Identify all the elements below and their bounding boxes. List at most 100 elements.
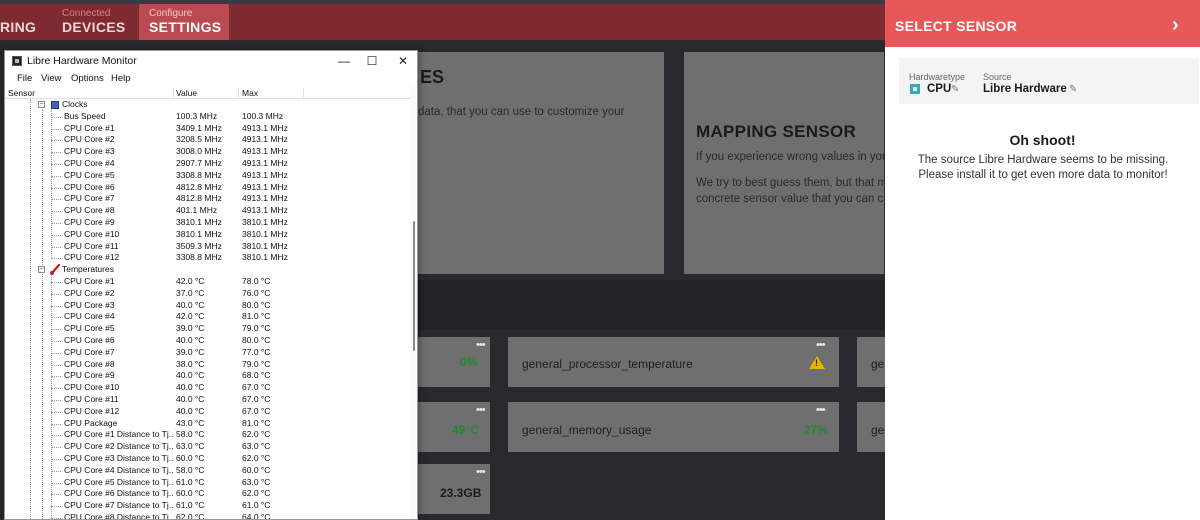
sensor-tile[interactable]: ger <box>857 337 885 387</box>
sensor-max: 79.0 °C <box>242 358 271 369</box>
sensor-row[interactable]: CPU Core #6 Distance to Tj... 60.0 °C 62.0… <box>5 488 410 500</box>
sensor-row[interactable]: CPU Core #5 Distance to Tj... 61.0 °C 63.0… <box>5 477 410 489</box>
sensor-row[interactable]: CPU Core #3 40.0 °C 80.0 °C <box>5 300 410 312</box>
temperatures-expander[interactable]: − <box>38 266 45 274</box>
sensor-max: 4913.1 MHz <box>242 134 288 145</box>
select-sensor-panel: SELECT SENSOR › Hardwaretype CPU ✎ Sourc… <box>885 0 1200 520</box>
sensor-value: 40.0 °C <box>176 382 205 393</box>
nav-tab-monitoring[interactable]: RING <box>0 4 46 40</box>
sensor-row[interactable]: CPU Core #1 42.0 °C 78.0 °C <box>5 276 410 288</box>
sensor-row[interactable]: CPU Core #5 3308.8 MHz 4913.1 MHz <box>5 170 410 182</box>
sensor-row[interactable]: CPU Core #4 2907.7 MHz 4913.1 MHz <box>5 158 410 170</box>
clocks-expander[interactable]: − <box>38 101 45 108</box>
panel-title: SELECT SENSOR <box>895 18 1018 34</box>
window-titlebar[interactable]: Libre Hardware Monitor — ☐ ✕ <box>5 51 417 71</box>
sensor-max: 61.0 °C <box>242 500 271 511</box>
sensor-name: CPU Core #2 Distance to Tj... <box>64 441 174 452</box>
minimize-button[interactable]: — <box>329 53 359 69</box>
sensor-value: 2907.7 MHz <box>176 158 222 168</box>
nav-tab-settings[interactable]: Configure SETTINGS <box>139 4 229 40</box>
sensor-row[interactable]: CPU Core #2 Distance to Tj... 63.0 °C 63.0… <box>5 441 410 453</box>
vertical-scrollbar[interactable] <box>410 87 417 519</box>
tile-menu-icon[interactable]: ••• <box>476 404 486 416</box>
maximize-button[interactable]: ☐ <box>357 53 387 69</box>
sensor-source-card: Hardwaretype CPU ✎ Source Libre Hardware… <box>899 58 1199 104</box>
tile-menu-icon[interactable]: ••• <box>476 339 486 351</box>
sensor-row[interactable]: CPU Core #9 40.0 °C 68.0 °C <box>5 370 410 382</box>
tile-menu-icon[interactable]: ••• <box>476 466 486 478</box>
sensor-tile[interactable]: ••• general_processor_temperature <box>508 337 839 387</box>
sensor-max: 76.0 °C <box>242 287 271 298</box>
sensor-row[interactable]: CPU Core #3 3008.0 MHz 4913.1 MHz <box>5 146 410 158</box>
sensor-row[interactable]: CPU Core #7 Distance to Tj... 61.0 °C 61.0… <box>5 500 410 512</box>
sensor-tile[interactable]: ••• 23.3GB <box>416 464 490 514</box>
sensor-name: CPU Core #4 Distance to Tj... <box>64 464 174 475</box>
tree-group[interactable]: − Clocks <box>5 99 410 111</box>
sensor-row[interactable]: CPU Package 43.0 °C 81.0 °C <box>5 418 410 430</box>
sensor-max: 64.0 °C <box>242 512 271 520</box>
sensor-max: 80.0 °C <box>242 299 271 310</box>
sensor-value: 42.0 °C <box>176 311 205 322</box>
sensor-max: 4913.1 MHz <box>242 146 288 157</box>
sensor-row[interactable]: Bus Speed 100.3 MHz 100.3 MHz <box>5 111 410 123</box>
sensor-tile[interactable]: ger <box>857 402 885 452</box>
sensor-name: CPU Core #1 Distance to Tj... <box>64 429 174 440</box>
menu-options[interactable]: Options <box>71 73 104 84</box>
sensor-row[interactable]: CPU Core #7 39.0 °C 77.0 °C <box>5 347 410 359</box>
menu-file[interactable]: File <box>17 73 32 84</box>
nav-tab-devices[interactable]: Connected DEVICES <box>52 4 136 40</box>
sensor-row[interactable]: CPU Core #11 40.0 °C 67.0 °C <box>5 394 410 406</box>
sensor-name: CPU Core #4 <box>64 158 115 168</box>
sensor-value: 100.3 MHz <box>176 110 218 121</box>
sensor-tile[interactable]: ••• 0% <box>416 337 490 387</box>
sensor-row[interactable]: CPU Core #6 40.0 °C 80.0 °C <box>5 335 410 347</box>
sensor-name: CPU Core #10 <box>64 382 120 393</box>
tile-menu-icon[interactable]: ••• <box>816 404 826 416</box>
sensor-row[interactable]: CPU Core #1 3409.1 MHz 4913.1 MHz <box>5 123 410 135</box>
sensor-row[interactable]: CPU Core #10 3810.1 MHz 3810.1 MHz <box>5 229 410 241</box>
sensor-name: CPU Core #10 <box>64 228 120 239</box>
sensor-name: CPU Core #2 <box>64 287 115 298</box>
sensor-row[interactable]: CPU Core #8 Distance to Tj... 62.0 °C 64.0… <box>5 512 410 520</box>
edit-source-icon[interactable]: ✎ <box>1069 84 1077 95</box>
sensor-tile[interactable]: ••• 49°C <box>416 402 490 452</box>
sensor-name: CPU Core #2 <box>64 134 115 145</box>
sensor-row[interactable]: CPU Core #2 3208.5 MHz 4913.1 MHz <box>5 134 410 146</box>
tile-menu-icon[interactable]: ••• <box>816 339 826 351</box>
sensor-row[interactable]: CPU Core #8 401.1 MHz 4913.1 MHz <box>5 205 410 217</box>
tree-group[interactable]: − Temperatures <box>5 264 410 276</box>
chevron-right-icon[interactable]: › <box>1172 13 1179 37</box>
sensor-row[interactable]: CPU Core #2 37.0 °C 76.0 °C <box>5 288 410 300</box>
sensor-row[interactable]: CPU Core #6 4812.8 MHz 4913.1 MHz <box>5 182 410 194</box>
column-max[interactable]: Max <box>242 88 258 98</box>
sensor-row[interactable]: CPU Core #5 39.0 °C 79.0 °C <box>5 323 410 335</box>
edit-hardwaretype-icon[interactable]: ✎ <box>951 84 959 95</box>
sensor-row[interactable]: CPU Core #1 Distance to Tj... 58.0 °C 62.0… <box>5 429 410 441</box>
sensor-row[interactable]: CPU Core #12 40.0 °C 67.0 °C <box>5 406 410 418</box>
sensor-row[interactable]: CPU Core #12 3308.8 MHz 3810.1 MHz <box>5 252 410 264</box>
scrollbar-thumb[interactable] <box>413 221 415 351</box>
column-sensor[interactable]: Sensor <box>8 88 35 98</box>
sensor-row[interactable]: CPU Core #4 Distance to Tj... 58.0 °C 60.0… <box>5 465 410 477</box>
menu-help[interactable]: Help <box>111 73 131 84</box>
sensor-max: 4913.1 MHz <box>242 193 288 204</box>
sensor-row[interactable]: CPU Core #4 42.0 °C 81.0 °C <box>5 311 410 323</box>
sensor-row[interactable]: CPU Core #8 38.0 °C 79.0 °C <box>5 359 410 371</box>
libre-hardware-monitor-window[interactable]: Libre Hardware Monitor — ☐ ✕ File View O… <box>4 50 418 520</box>
tile-value: 0% <box>460 355 478 369</box>
menu-view[interactable]: View <box>41 73 61 84</box>
sensor-row[interactable]: CPU Core #10 40.0 °C 67.0 °C <box>5 382 410 394</box>
sensor-name: CPU Core #3 <box>64 299 115 310</box>
sensor-value: 37.0 °C <box>176 287 205 298</box>
sensor-row[interactable]: CPU Core #7 4812.8 MHz 4913.1 MHz <box>5 193 410 205</box>
close-button[interactable]: ✕ <box>388 53 417 69</box>
sensor-name: CPU Core #5 <box>64 169 115 180</box>
sensor-row[interactable]: CPU Core #3 Distance to Tj... 60.0 °C 62.0… <box>5 453 410 465</box>
column-value[interactable]: Value <box>176 88 197 98</box>
sensor-name: CPU Package <box>64 417 118 428</box>
sensor-name: CPU Core #6 <box>64 335 115 345</box>
sensor-row[interactable]: CPU Core #11 3509.3 MHz 3810.1 MHz <box>5 241 410 253</box>
mapping-card-text-1: If you experience wrong values in your <box>696 151 884 163</box>
sensor-tile[interactable]: ••• general_memory_usage 27% <box>508 402 839 452</box>
sensor-row[interactable]: CPU Core #9 3810.1 MHz 3810.1 MHz <box>5 217 410 229</box>
